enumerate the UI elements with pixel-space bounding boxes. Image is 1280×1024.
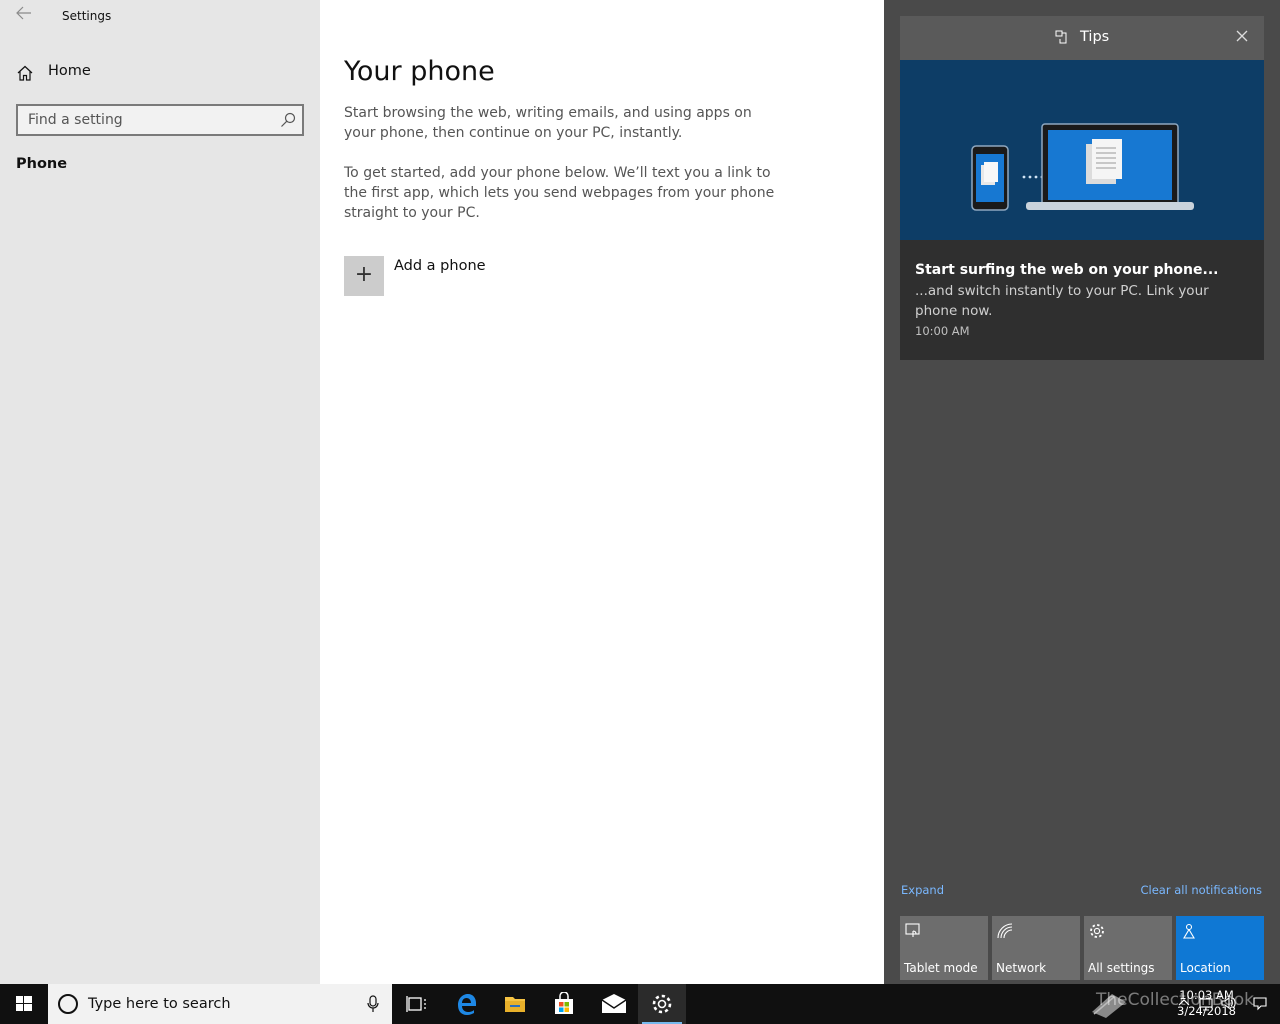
find-setting-search[interactable] (16, 104, 304, 136)
tips-app-icon (1055, 30, 1067, 44)
task-view-icon (406, 996, 426, 1012)
page-title: Your phone (344, 56, 495, 87)
edge-icon (458, 994, 476, 1015)
store-icon (555, 992, 573, 1014)
add-phone-label: Add a phone (394, 258, 486, 274)
title-bar: Settings (0, 0, 320, 32)
clock-date: 3/24/2018 (1177, 1004, 1236, 1018)
notification-body: ...and switch instantly to your PC. Link… (915, 283, 1209, 319)
instructions-text: To get started, add your phone below. We… (344, 165, 775, 221)
settings-icon (652, 994, 672, 1014)
phone-laptop-illustration (971, 123, 1194, 211)
clock[interactable]: 10:03 AM 3/24/2018 (1177, 987, 1236, 1019)
mail-icon (601, 994, 627, 1013)
back-button[interactable] (12, 6, 36, 26)
sidebar-item-phone[interactable]: Phone (16, 156, 67, 172)
taskbar-search-placeholder: Type here to search (88, 996, 231, 1012)
settings-sidebar: Settings Home Phone (0, 0, 320, 984)
gear-icon (1090, 924, 1104, 938)
location-icon (1183, 923, 1195, 939)
back-arrow-icon (16, 6, 31, 20)
tips-notification[interactable]: Tips Start surfing the web on your phone… (900, 16, 1264, 360)
quick-action-label: All settings (1088, 961, 1155, 975)
main-content: Your phone Start browsing the web, writi… (320, 0, 884, 984)
taskbar: Type here to search TheCollectionBook 10… (0, 984, 1280, 1024)
sidebar-item-home[interactable]: Home (16, 60, 306, 86)
quick-action-location[interactable]: Location (1176, 916, 1264, 980)
notification-time: 10:00 AM (915, 324, 970, 338)
tips-hero-image (900, 60, 1264, 240)
mail-button[interactable] (589, 984, 637, 1024)
expand-link[interactable]: Expand (901, 883, 944, 897)
tablet-mode-icon (905, 923, 920, 937)
quick-action-label: Network (996, 961, 1047, 975)
store-button[interactable] (540, 984, 588, 1024)
file-explorer-button[interactable] (491, 984, 539, 1024)
clear-all-notifications-link[interactable]: Clear all notifications (1141, 883, 1263, 897)
task-view-button[interactable] (392, 984, 440, 1024)
cortana-icon (58, 994, 78, 1014)
plus-icon: + (344, 256, 384, 296)
settings-taskbar-button[interactable] (638, 984, 686, 1024)
windows-logo-icon (16, 996, 32, 1011)
action-center-icon[interactable] (1252, 995, 1268, 1011)
search-input[interactable] (18, 106, 268, 134)
notification-app-name: Tips (1080, 29, 1110, 45)
notification-title: Start surfing the web on your phone... (915, 262, 1219, 278)
start-button[interactable] (0, 984, 48, 1024)
add-phone-button[interactable]: + Add a phone (344, 256, 544, 296)
intro-text: Start browsing the web, writing emails, … (344, 105, 752, 141)
clock-time: 10:03 AM (1179, 988, 1234, 1002)
system-tray: TheCollectionBook 10:03 AM 3/24/2018 (1080, 984, 1280, 1024)
quick-action-tablet-mode[interactable]: Tablet mode (900, 916, 988, 980)
quick-action-label: Tablet mode (904, 961, 978, 975)
network-icon (997, 923, 1013, 939)
sidebar-item-label: Home (48, 63, 91, 79)
notification-header: Tips (900, 16, 1264, 60)
home-icon (17, 65, 33, 81)
quick-action-all-settings[interactable]: All settings (1084, 916, 1172, 980)
search-icon[interactable] (280, 112, 296, 128)
app-title: Settings (62, 9, 112, 23)
quick-action-label: Location (1180, 961, 1231, 975)
action-center: Tips Start surfing the web on your phone… (884, 0, 1280, 984)
edge-button[interactable] (443, 984, 491, 1024)
quick-action-network[interactable]: Network (992, 916, 1080, 980)
taskbar-search-box[interactable]: Type here to search (48, 984, 392, 1024)
close-icon[interactable] (1234, 28, 1250, 44)
file-explorer-icon (505, 997, 525, 1012)
microphone-icon[interactable] (366, 995, 380, 1013)
